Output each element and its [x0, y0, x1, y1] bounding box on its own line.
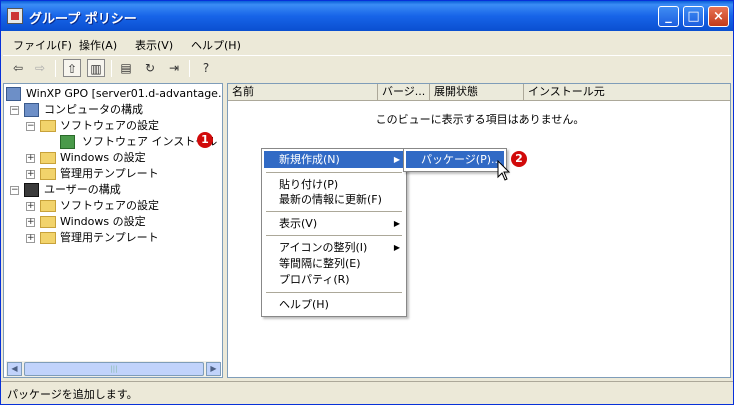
- gpo-icon: [6, 87, 21, 101]
- tree-user-admin-label: 管理用テンプレート: [60, 231, 159, 244]
- expand-icon[interactable]: +: [26, 202, 35, 211]
- menu-item-arrange-icons[interactable]: アイコンの整列(I) ▶: [264, 239, 404, 256]
- export-list-icon[interactable]: ⇥: [165, 59, 183, 77]
- callout-badge-1: 1: [197, 132, 213, 148]
- scroll-right-icon[interactable]: ▶: [206, 362, 221, 376]
- menu-item-new-label: 新規作成(N): [279, 153, 340, 166]
- menu-item-line-up[interactable]: 等間隔に整列(E): [264, 255, 404, 272]
- folder-icon: [40, 216, 56, 228]
- mouse-pointer-icon: [497, 160, 511, 181]
- menu-separator: [266, 292, 402, 293]
- status-bar: パッケージを追加します。: [1, 381, 733, 404]
- close-button[interactable]: ×: [708, 6, 729, 27]
- toolbar-separator: [55, 60, 56, 77]
- menu-item-refresh[interactable]: 最新の情報に更新(F): [264, 191, 404, 208]
- submenu-arrow-icon: ▶: [393, 219, 400, 228]
- submenu-arrow-icon: ▶: [393, 243, 400, 252]
- collapse-icon[interactable]: −: [10, 106, 19, 115]
- folder-icon: [40, 200, 56, 212]
- menu-action[interactable]: 操作(A): [79, 37, 117, 53]
- folder-icon: [40, 232, 56, 244]
- group-policy-icon: [7, 8, 23, 24]
- menu-help[interactable]: ヘルプ(H): [191, 37, 241, 53]
- menu-view[interactable]: 表示(V): [135, 37, 173, 53]
- menu-item-view-label: 表示(V): [279, 217, 318, 230]
- scroll-left-icon[interactable]: ◀: [7, 362, 22, 376]
- column-header-deploy-state[interactable]: 展開状態: [430, 84, 524, 101]
- tree-computer-admin-label: 管理用テンプレート: [60, 167, 159, 180]
- empty-list-message: このビューに表示する項目はありません。: [375, 113, 585, 126]
- minimize-button[interactable]: _: [658, 6, 679, 27]
- computer-icon: [24, 103, 39, 117]
- scroll-thumb[interactable]: |||: [24, 362, 204, 376]
- up-level-icon[interactable]: ⇧: [63, 59, 81, 77]
- expand-icon[interactable]: +: [26, 154, 35, 163]
- title-bar[interactable]: グループ ポリシー _ □ ×: [1, 1, 733, 31]
- menu-separator: [266, 172, 402, 173]
- tree-pane: WinXP GPO [server01.d-advantage.co − コンピ…: [3, 83, 223, 378]
- menu-separator: [266, 211, 402, 212]
- submenu-arrow-icon: ▶: [393, 155, 400, 164]
- column-header-name[interactable]: 名前: [228, 84, 378, 101]
- horizontal-scrollbar[interactable]: ◀ ||| ▶: [6, 361, 221, 377]
- folder-icon: [40, 168, 56, 180]
- new-submenu: パッケージ(P)...: [403, 148, 507, 172]
- menu-item-help[interactable]: ヘルプ(H): [264, 296, 404, 313]
- show-hide-tree-icon[interactable]: ▥: [87, 59, 105, 77]
- tree-computer-software-label: ソフトウェアの設定: [60, 119, 159, 132]
- toolbar: ⇦ ⇨ ⇧ ▥ ▤ ↻ ⇥ ?: [3, 55, 731, 81]
- folder-icon: [40, 152, 56, 164]
- menu-bar: ファイル(F) 操作(A) 表示(V) ヘルプ(H): [3, 33, 731, 53]
- menu-file[interactable]: ファイル(F): [13, 37, 72, 53]
- tree-computer-windows-label: Windows の設定: [60, 151, 146, 164]
- back-arrow-icon[interactable]: ⇦: [9, 59, 27, 77]
- menu-item-properties[interactable]: プロパティ(R): [264, 271, 404, 288]
- expand-icon[interactable]: +: [26, 218, 35, 227]
- collapse-icon[interactable]: −: [26, 122, 35, 131]
- software-install-icon: [60, 135, 75, 149]
- folder-open-icon: [40, 120, 56, 132]
- context-menu: 新規作成(N) ▶ 貼り付け(P) 最新の情報に更新(F) 表示(V) ▶ アイ…: [261, 148, 407, 317]
- user-icon: [24, 183, 39, 197]
- forward-arrow-icon[interactable]: ⇨: [31, 59, 49, 77]
- toolbar-separator: [189, 60, 190, 77]
- refresh-icon[interactable]: ↻: [141, 59, 159, 77]
- menu-item-package[interactable]: パッケージ(P)...: [406, 151, 504, 168]
- tree-user-software-label: ソフトウェアの設定: [60, 199, 159, 212]
- window-title: グループ ポリシー: [29, 12, 137, 27]
- column-header-version[interactable]: バージ...: [378, 84, 430, 101]
- column-header-source[interactable]: インストール元: [524, 84, 730, 101]
- menu-item-new[interactable]: 新規作成(N) ▶: [264, 151, 404, 168]
- collapse-icon[interactable]: −: [10, 186, 19, 195]
- toolbar-separator: [111, 60, 112, 77]
- maximize-button[interactable]: □: [683, 6, 704, 27]
- window: グループ ポリシー _ □ × ファイル(F) 操作(A) 表示(V) ヘルプ(…: [0, 0, 734, 405]
- tree-user-windows-label: Windows の設定: [60, 215, 146, 228]
- callout-badge-2: 2: [511, 151, 527, 167]
- menu-separator: [266, 235, 402, 236]
- menu-item-view[interactable]: 表示(V) ▶: [264, 215, 404, 232]
- menu-item-arrange-icons-label: アイコンの整列(I): [279, 241, 368, 254]
- tree-computer-label: コンピュータの構成: [44, 103, 143, 116]
- properties-icon[interactable]: ▤: [117, 59, 135, 77]
- tree-user-label: ユーザーの構成: [44, 183, 121, 196]
- expand-icon[interactable]: +: [26, 234, 35, 243]
- expand-icon[interactable]: +: [26, 170, 35, 179]
- help-icon[interactable]: ?: [197, 59, 215, 77]
- tree-root-label: WinXP GPO [server01.d-advantage.co: [26, 87, 223, 100]
- status-text: パッケージを追加します。: [7, 388, 138, 401]
